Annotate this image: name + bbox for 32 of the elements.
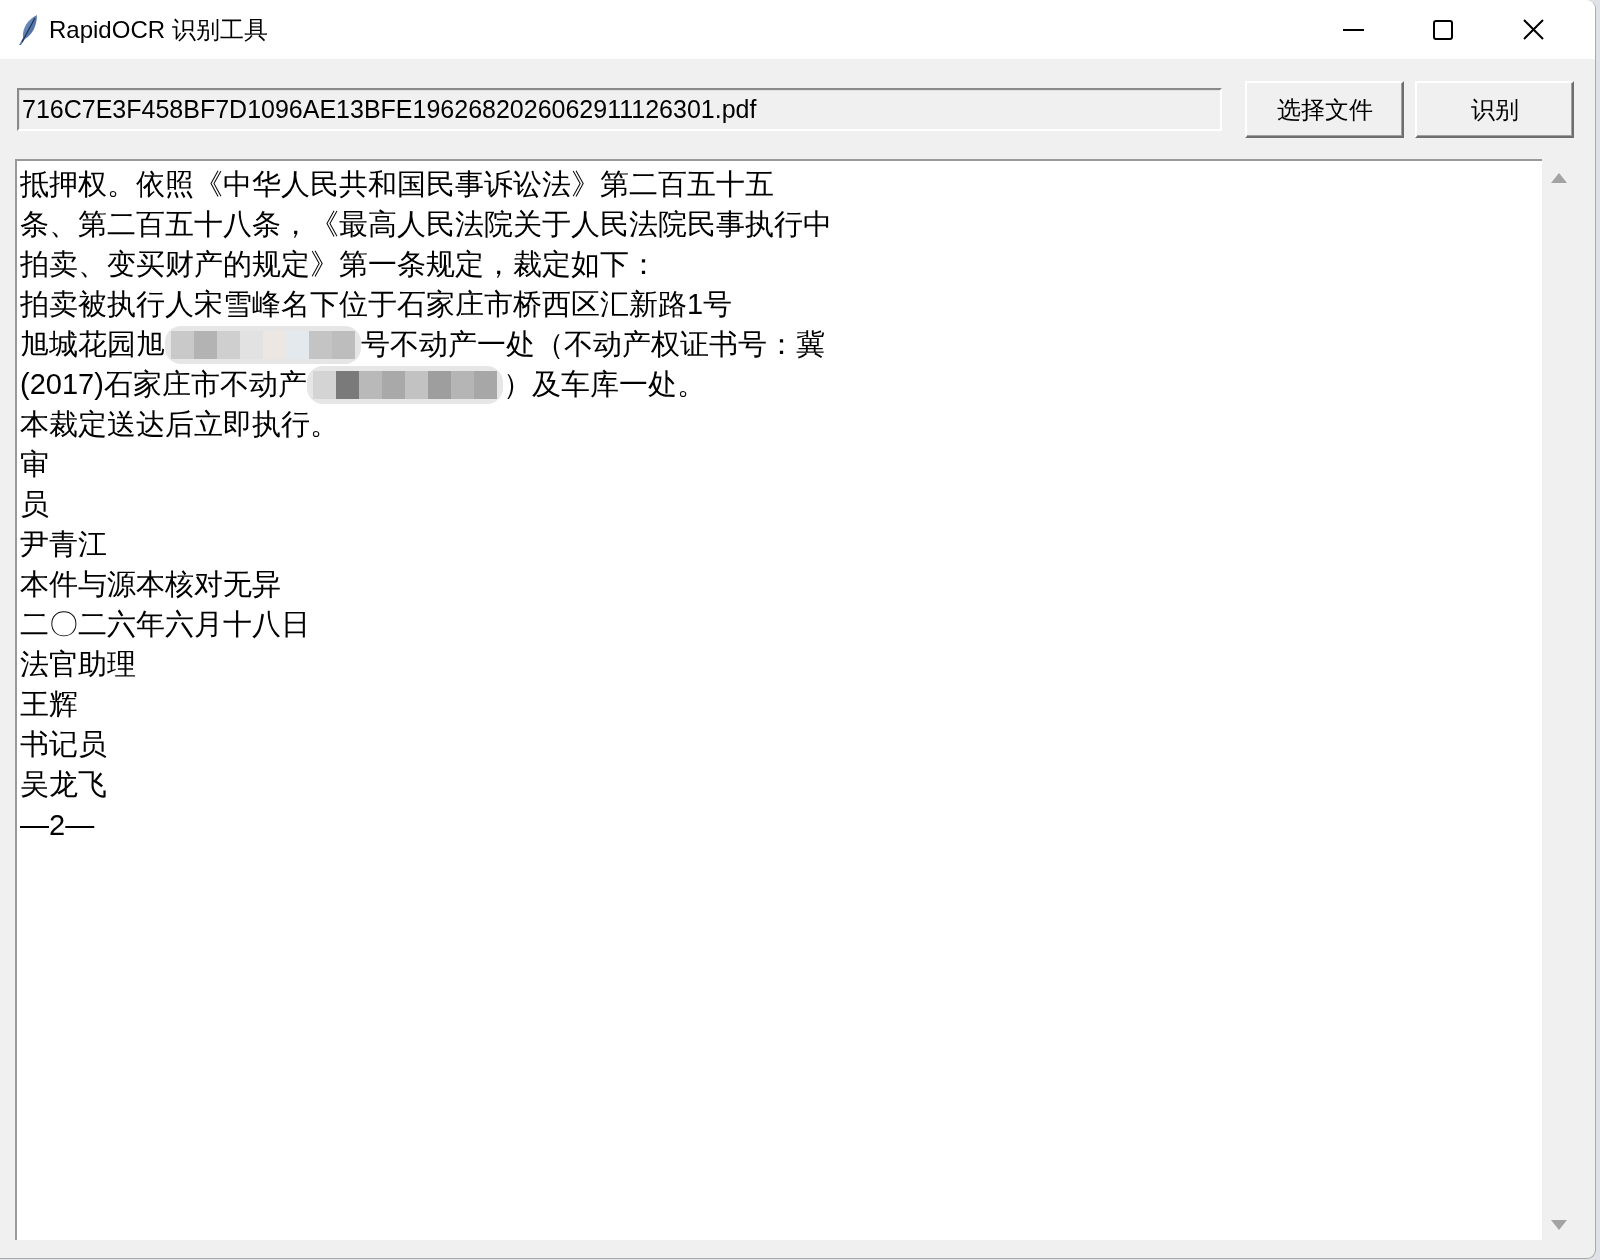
ocr-text-line: 法官助理 [20, 647, 136, 682]
blur-redaction-icon [306, 366, 503, 404]
select-file-button[interactable]: 选择文件 [1245, 81, 1405, 138]
minimize-icon [1342, 28, 1364, 31]
ocr-line-text: ）及车库一处。 [502, 367, 706, 402]
ocr-text-line: 二〇二六年六月十八日 [20, 607, 310, 642]
ocr-text-line: —2— [20, 808, 95, 842]
ocr-line-text: 旭城花园旭 [20, 327, 165, 362]
ocr-line-text: 号不动产一处（不动产权证书号：冀 [361, 327, 825, 362]
ocr-text-line: 拍卖被执行人宋雪峰名下位于石家庄市桥西区汇新路1号 [20, 287, 733, 322]
ocr-text-line: 书记员 [20, 727, 107, 762]
ocr-text-line: 拍卖、变买财产的规定》第一条规定，裁定如下： [20, 247, 658, 282]
ocr-text-line: 尹青江 [20, 527, 107, 562]
close-icon [1522, 19, 1544, 40]
ocr-text-line: 员 [20, 487, 49, 522]
blur-redaction-icon [165, 326, 361, 364]
scroll-up-arrow-icon[interactable] [1551, 173, 1567, 183]
recognize-button[interactable]: 识别 [1415, 81, 1574, 138]
ocr-text-line: 王辉 [20, 687, 78, 722]
maximize-icon [1433, 19, 1453, 40]
ocr-line-text: (2017)石家庄市不动产 [20, 367, 307, 402]
scroll-down-arrow-icon[interactable] [1551, 1220, 1567, 1230]
ocr-text-line: 吴龙飞 [20, 767, 107, 802]
file-path-field[interactable]: 716C7E3F458BF7D1096AE13BFE1962682026062911126301.pdf [17, 88, 1223, 131]
ocr-text-line: 审 [20, 447, 49, 482]
ocr-result-textarea[interactable] [15, 159, 1542, 1240]
ocr-text-line: 本件与源本核对无异 [20, 567, 281, 602]
feather-icon [18, 14, 38, 45]
ocr-text-line: 抵押权。依照《中华人民共和国民事诉讼法》第二百五十五 [20, 167, 774, 202]
ocr-text-line: 本裁定送达后立即执行。 [20, 407, 339, 442]
ocr-text-line: 条、第二百五十八条，《最高人民法院关于人民法院民事执行中 [20, 207, 832, 242]
window-title: RapidOCR 识别工具 [49, 14, 268, 45]
